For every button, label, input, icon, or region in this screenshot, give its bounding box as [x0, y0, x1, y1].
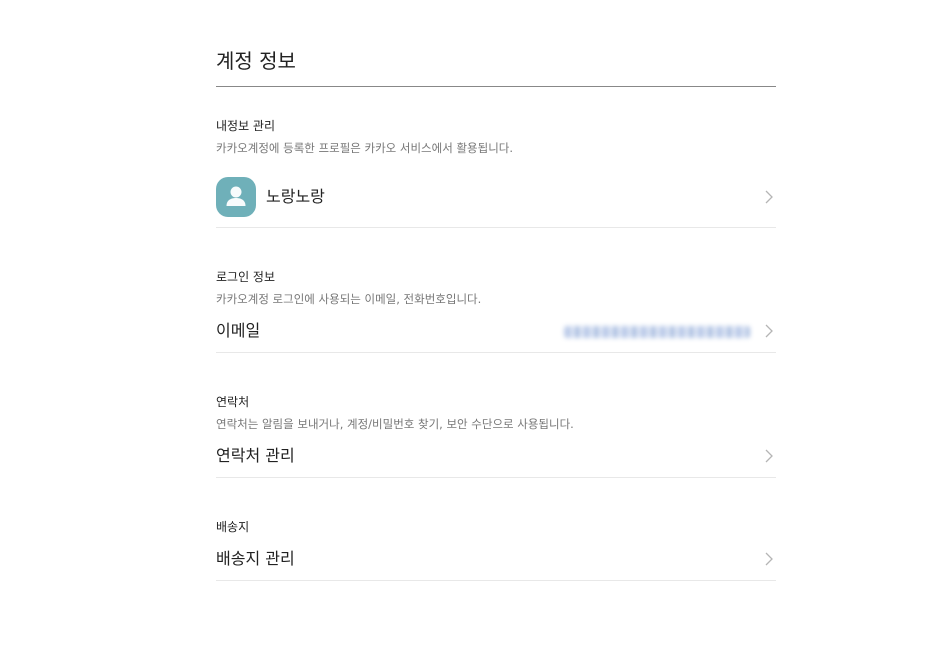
chevron-right-icon — [765, 190, 773, 204]
profile-divider — [216, 227, 776, 228]
chevron-right-icon — [765, 324, 773, 338]
contact-manage-label: 연락처 관리 — [216, 446, 295, 465]
contact-divider — [216, 477, 776, 478]
account-info-page: 계정 정보 내정보 관리 카카오계정에 등록한 프로필은 카카오 서비스에서 활… — [0, 0, 936, 653]
contact-manage-row[interactable]: 연락처 관리 — [216, 441, 776, 477]
shipping-manage-label: 배송지 관리 — [216, 549, 295, 568]
login-section-heading: 로그인 정보 — [216, 270, 276, 284]
title-divider — [216, 86, 776, 87]
email-label: 이메일 — [216, 321, 261, 340]
profile-nickname: 노랑노랑 — [266, 187, 325, 206]
profile-row[interactable]: 노랑노랑 — [216, 176, 776, 228]
shipping-divider — [216, 580, 776, 581]
contact-section-description: 연락처는 알림을 보내거나, 계정/비밀번호 찾기, 보안 수단으로 사용됩니다… — [216, 417, 574, 431]
email-value-redacted — [564, 326, 750, 338]
avatar — [216, 177, 256, 217]
profile-section-heading: 내정보 관리 — [216, 119, 276, 133]
shipping-manage-row[interactable]: 배송지 관리 — [216, 544, 776, 580]
login-section-description: 카카오계정 로그인에 사용되는 이메일, 전화번호입니다. — [216, 292, 482, 306]
page-title: 계정 정보 — [216, 49, 296, 73]
person-icon — [226, 186, 246, 206]
shipping-section-heading: 배송지 — [216, 520, 250, 534]
email-row[interactable]: 이메일 — [216, 316, 776, 352]
profile-section-description: 카카오계정에 등록한 프로필은 카카오 서비스에서 활용됩니다. — [216, 141, 514, 155]
contact-section-heading: 연락처 — [216, 395, 250, 409]
login-divider — [216, 352, 776, 353]
chevron-right-icon — [765, 552, 773, 566]
chevron-right-icon — [765, 449, 773, 463]
